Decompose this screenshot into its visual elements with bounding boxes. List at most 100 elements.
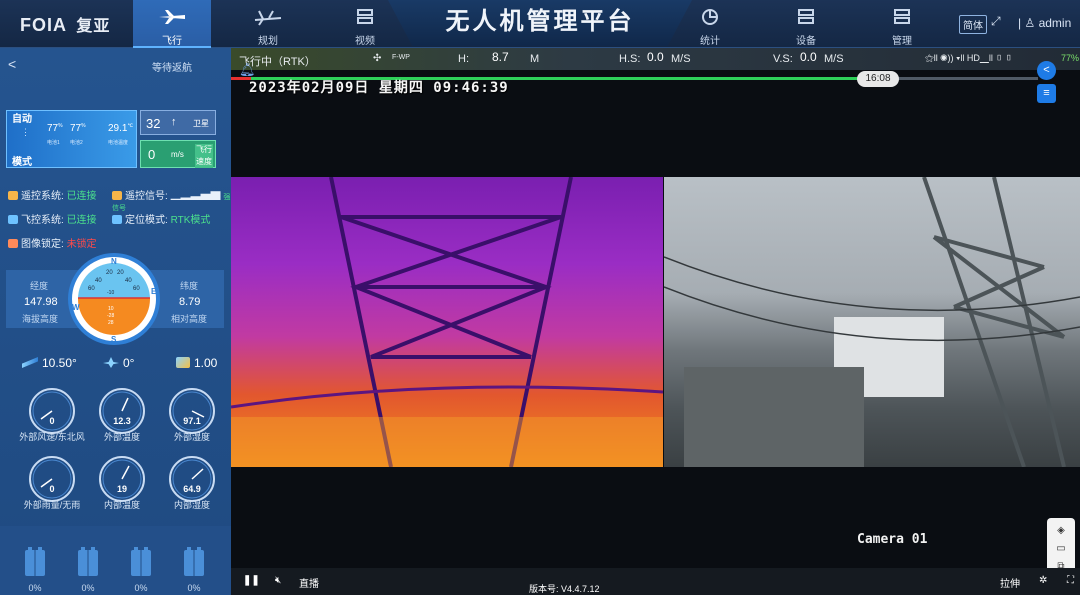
stats-icon: [702, 9, 718, 25]
battery1: 77% 电池1: [47, 123, 63, 146]
lock-label: 图像锁定:: [21, 239, 64, 250]
yaw-icon: [103, 357, 119, 368]
gauge-value: 19: [116, 484, 127, 494]
rel-altitude-label: 相对高度: [171, 314, 208, 324]
height-label: H:: [458, 53, 469, 65]
thermal-tower-image: [231, 177, 663, 467]
signal-tower-icon: [112, 191, 122, 200]
battery1-value: 77: [47, 123, 59, 134]
video-control-bar: ❚❚ 🔇︎ 直播 版本号: V4.4.7.12 拉伸 ✲ ⛶: [231, 568, 1080, 595]
pause-icon[interactable]: ❚❚: [243, 575, 260, 586]
nav-manage[interactable]: 管理: [874, 0, 930, 48]
flight-time-flag: 16:08: [857, 71, 899, 87]
fullscreen-video-icon[interactable]: ⛶: [1067, 575, 1074, 586]
screen-icon[interactable]: ▭: [1054, 542, 1068, 556]
drone-battery: 77%: [1061, 53, 1080, 63]
brand-logo: FOIA 复亚: [20, 12, 110, 36]
user-menu[interactable]: | ♙ admin: [1018, 16, 1071, 30]
user-icon: ♙: [1024, 16, 1036, 30]
gauge-label: 内部湿度: [173, 500, 210, 510]
battery2-unit: %: [81, 123, 86, 129]
rc-signal-status: 遥控信号: ▁▂▃▅▇ 强信号: [112, 187, 231, 213]
signal-label: 遥控信号:: [125, 191, 168, 202]
attitude-indicator: N S E W 20 20 40 40 60 60 -10 10 -28 28: [68, 253, 160, 345]
gauge-int-humidity: 64.9 内部湿度: [152, 454, 231, 512]
rel-altitude-value: 8.79: [179, 296, 201, 308]
username: admin: [1038, 16, 1072, 30]
battery2: 77% 电池2: [70, 123, 86, 146]
gauge-dial-icon: [169, 388, 215, 434]
mute-icon[interactable]: 🔇︎: [275, 575, 281, 586]
nav-label: 飞行: [162, 36, 182, 47]
manage-icon: [894, 9, 910, 24]
nav-label: 设备: [796, 36, 816, 47]
bell-icon[interactable]: 🔔︎: [239, 62, 256, 78]
battery-percent: 0%: [187, 583, 201, 593]
nav-plan[interactable]: 规划: [240, 0, 296, 48]
rc-icon: [8, 191, 18, 200]
stretch-button[interactable]: 拉伸: [1000, 575, 1020, 590]
live-label[interactable]: 直播: [299, 575, 319, 590]
locate-icon[interactable]: ◈: [1054, 524, 1068, 538]
battery1-unit: %: [58, 123, 63, 129]
yaw-value: 0°: [123, 356, 135, 370]
pitch-tick: 20: [117, 270, 124, 276]
battery-slot: 0%: [126, 547, 156, 593]
logo-text: FOIA: [20, 15, 67, 35]
pos-value: RTK模式: [170, 215, 211, 226]
hs-unit: M/S: [671, 53, 691, 65]
image-lock-status: 图像锁定: 未锁定: [8, 235, 97, 250]
inner-tick: 10: [108, 306, 114, 312]
zoom-value: 1.00: [194, 356, 218, 370]
lon-label: 经度: [30, 281, 49, 291]
gauge-dial-icon: [29, 456, 75, 502]
compass-n: N: [111, 257, 117, 266]
visual-tower-image: [664, 177, 1080, 467]
nav-flight[interactable]: 飞行: [133, 0, 211, 48]
settings-icon[interactable]: ✲: [1039, 575, 1047, 586]
vs-label: V.S:: [773, 53, 793, 65]
rc-system-status: 遥控系统: 已连接: [8, 187, 97, 202]
nav-video[interactable]: 视频: [337, 0, 393, 48]
visual-camera-feed: [664, 177, 1080, 467]
battery-temp-unit: ℃: [127, 123, 134, 129]
gauge-value: 64.9: [183, 484, 201, 494]
positioning-status: 定位模式: RTK模式: [112, 211, 210, 226]
battery2-value: 77: [70, 123, 82, 134]
fc-label: 飞控系统:: [21, 215, 64, 226]
gauge-value: 97.1: [183, 416, 201, 426]
list-menu-icon[interactable]: ≡: [1037, 84, 1056, 103]
battery-icon: [78, 547, 98, 576]
camera-label: Camera 01: [857, 532, 928, 547]
compass-w: W: [72, 303, 80, 312]
gauge-dial-icon: [99, 456, 145, 502]
height-unit: M: [530, 53, 540, 65]
vs-value: 0.0: [800, 50, 817, 64]
rc-value: 已连接: [66, 191, 97, 202]
collapse-panel-button[interactable]: <: [1037, 61, 1056, 80]
inner-tick: -28: [107, 313, 114, 319]
video-icon: [357, 9, 373, 24]
lock-value: 未锁定: [66, 239, 97, 250]
speed-label: 飞行 速度: [195, 144, 213, 168]
osd-datetime: 2023年02月09日 星期四 09:46:39: [249, 80, 509, 96]
fullscreen-icon[interactable]: ⤢: [991, 14, 1001, 29]
gauge-dial-icon: [99, 388, 145, 434]
language-switch[interactable]: 简体: [959, 15, 987, 34]
nav-stats[interactable]: 统计: [682, 0, 738, 48]
fc-value: 已连接: [66, 215, 97, 226]
satellite-label: 卫星: [193, 119, 209, 128]
hs-value: 0.0: [647, 50, 664, 64]
battery-slot: 0%: [179, 547, 209, 593]
top-navbar: FOIA 复亚 飞行 规划 视频 统计 设备 管理 无人机管理平台 简体 ⤢ |…: [0, 0, 1080, 48]
pitch-tick: 40: [125, 278, 132, 284]
gauge-value: 12.3: [113, 416, 131, 426]
image-lock-icon: [8, 239, 18, 248]
battery-icon: [131, 547, 151, 576]
back-button[interactable]: <: [8, 56, 16, 72]
satellite-card: 32 ↑ 卫星: [140, 110, 216, 135]
nav-devices[interactable]: 设备: [778, 0, 834, 48]
rc-label: 遥控系统:: [21, 191, 64, 202]
video-viewport[interactable]: 飞行中（RTK） ✣ F-WP H: 8.7 M H.S: 0.0 M/S V.…: [231, 48, 1080, 595]
compass-s: S: [111, 335, 117, 344]
